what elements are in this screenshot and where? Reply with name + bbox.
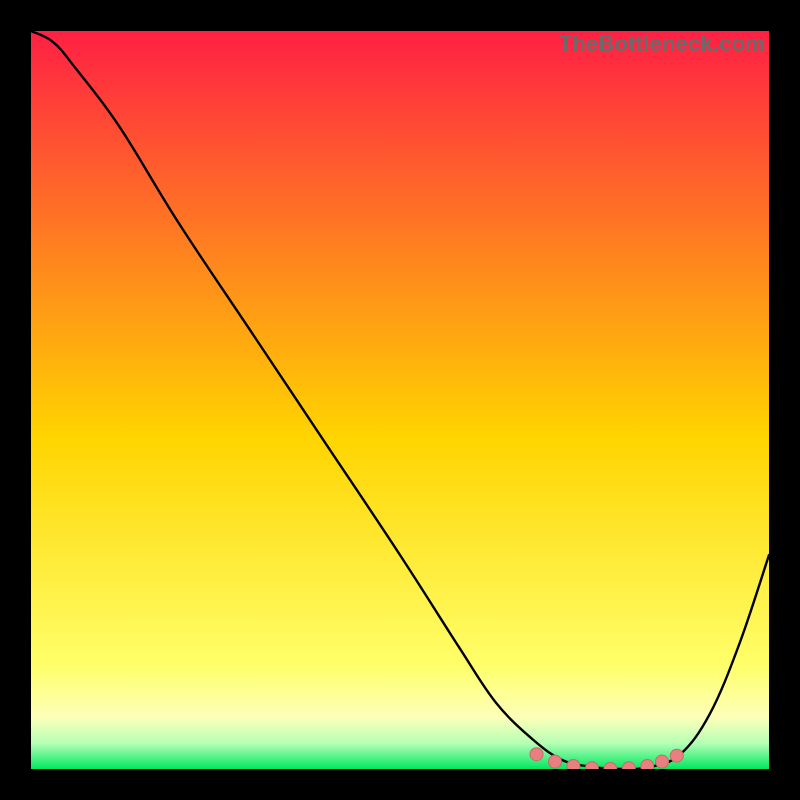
- gradient-background: [31, 31, 769, 769]
- marker-point: [549, 755, 562, 768]
- marker-point: [641, 760, 654, 770]
- marker-point: [567, 760, 580, 770]
- chart-frame: TheBottleneck.com: [0, 0, 800, 800]
- marker-point: [656, 755, 669, 768]
- plot-svg: [31, 31, 769, 769]
- marker-point: [530, 748, 543, 761]
- marker-point: [670, 749, 683, 762]
- watermark-text: TheBottleneck.com: [559, 31, 765, 57]
- plot-area: TheBottleneck.com: [31, 31, 769, 769]
